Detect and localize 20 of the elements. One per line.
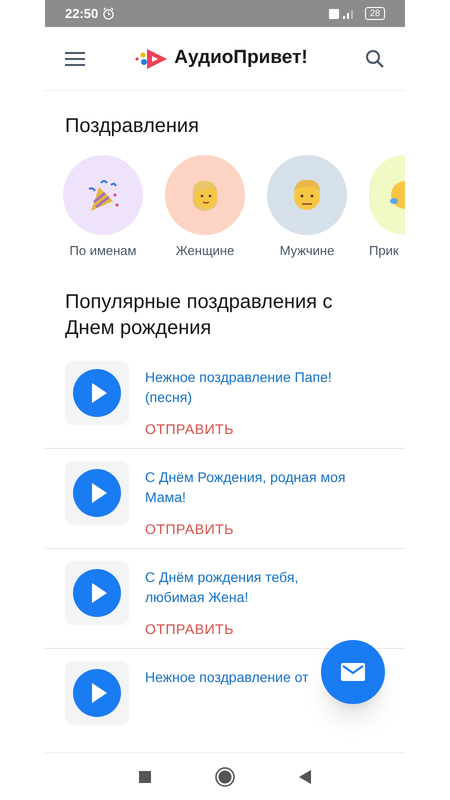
section-title: Поздравления [64,114,200,139]
send-button[interactable]: ОТПРАВИТЬ [145,418,234,440]
category-label: По именам [70,242,136,260]
section-title: Популярные поздравления с Днем рождения [64,290,334,340]
category-label: Мужчине [280,242,334,260]
category-item[interactable]: По именам [63,155,143,260]
greeting-title[interactable]: Нежное поздравление Папе! (песня) [145,366,360,406]
category-item[interactable]: Женщине [165,155,245,260]
category-label: Прик [369,242,399,260]
status-time: 22:50 [65,4,98,23]
greeting-title[interactable]: Нежное поздравление от [145,666,309,686]
send-button[interactable]: ОТПРАВИТЬ [145,518,234,540]
category-item[interactable]: Прик [369,155,405,260]
category-item[interactable]: Мужчине [267,155,347,260]
logo-text: АудиоПривет! [174,46,308,70]
battery-indicator: 28 [364,7,385,20]
category-label: Женщине [176,242,234,260]
greeting-title[interactable]: С Днём Рождения, родная моя Мама! [145,466,360,506]
send-button[interactable]: ОТПРАВИТЬ [145,618,234,640]
greeting-title[interactable]: С Днём рождения тебя, любимая Жена! [145,566,360,606]
